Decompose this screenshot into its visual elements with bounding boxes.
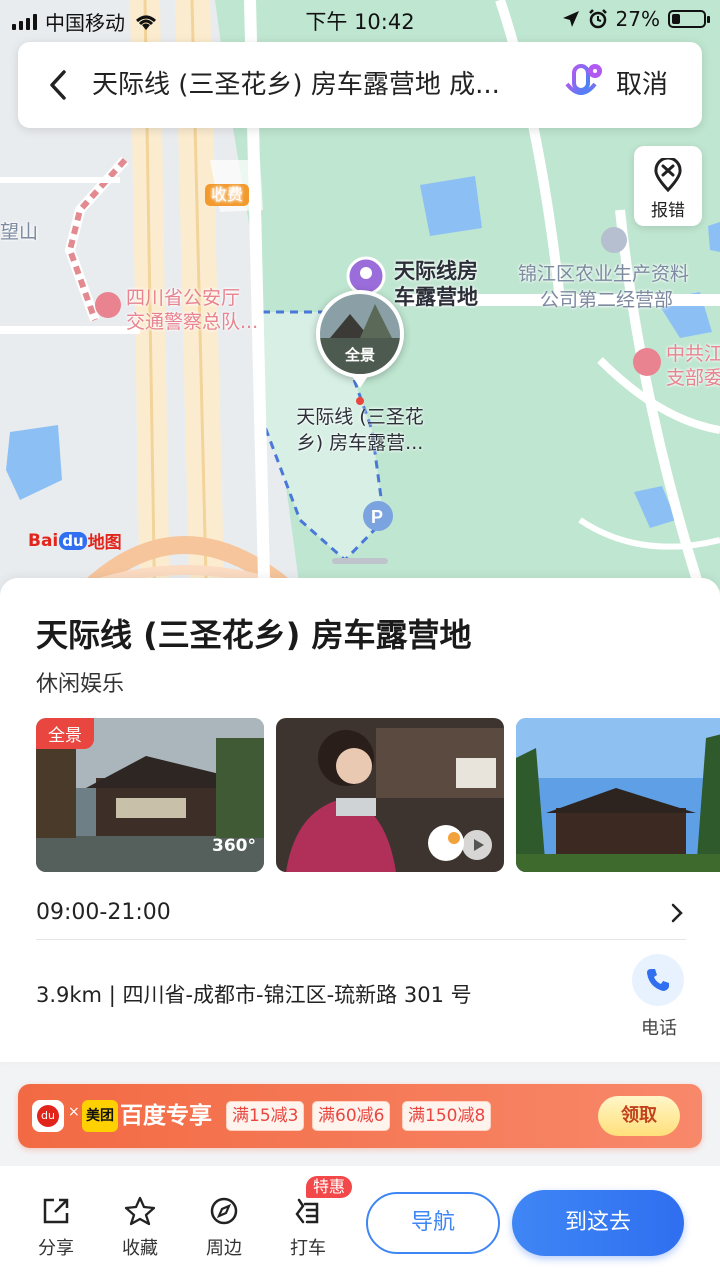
meituan-logo: 美团 (82, 1100, 118, 1132)
coupon-2: 满60减6 (312, 1101, 391, 1131)
svg-text:P: P (371, 507, 383, 527)
pin-caption: 天际线 (三圣花 乡) 房车露营... (280, 404, 440, 456)
promo-title: 百度专享 (120, 1103, 212, 1129)
map-label-mountain: 望山 (0, 221, 39, 243)
report-error-button[interactable]: 报错 (634, 146, 702, 226)
promo-banner[interactable]: du × 美团 百度专享 满15减3 满60减6 满150减8 领取 (18, 1084, 702, 1148)
taxi-button[interactable]: 打车 (278, 1196, 338, 1260)
map-pin-photo[interactable]: 全景 (316, 290, 404, 378)
place-detail-sheet: 天际线 (三圣花乡) 房车露营地 休闲娱乐 全景 360° 09:00-21:0… (0, 558, 720, 1062)
place-title: 天际线 (三圣花乡) 房车露营地 (36, 616, 472, 654)
taxi-icon (295, 1198, 319, 1224)
address-distance[interactable]: 3.9km | 四川省-成都市-锦江区-琉新路 301 号 (36, 980, 472, 1010)
phone-icon (647, 969, 669, 991)
claim-coupon-button[interactable]: 领取 (598, 1096, 680, 1136)
battery-icon (668, 10, 710, 28)
battery-percent: 27% (615, 7, 660, 31)
pin-caption-line-2: 乡) 房车露营... (296, 432, 424, 454)
promo-cross: × (68, 1104, 80, 1120)
baidu-map-logo: Bai du 地图 (28, 530, 122, 554)
share-label: 分享 (38, 1238, 74, 1259)
location-arrow-icon (562, 11, 579, 27)
coupon-3: 满150减8 (402, 1101, 492, 1131)
phone-button[interactable]: 电话 (632, 954, 686, 1040)
map-label-poi-1[interactable]: 天际线房 (394, 258, 478, 284)
favorite-button[interactable]: 收藏 (110, 1196, 170, 1260)
status-bar: 中国移动 下午 10:42 27% (0, 0, 720, 38)
back-arrow-icon[interactable] (40, 66, 76, 104)
opening-hours: 09:00-21:00 (36, 900, 171, 925)
third-photo-image (516, 718, 720, 872)
favorite-label: 收藏 (122, 1238, 158, 1259)
search-bar: 天际线 (三圣花乡) 房车露营地 成... 取消 (18, 42, 702, 128)
pin-panorama-label: 全景 (344, 346, 375, 364)
map-label-police-1[interactable]: 四川省公安厅 (126, 286, 240, 310)
photo-video[interactable] (276, 718, 504, 872)
search-query[interactable]: 天际线 (三圣花乡) 房车露营地 成... (92, 68, 532, 102)
photo-third[interactable] (516, 718, 720, 872)
map-pin-x-icon (654, 156, 682, 193)
alarm-icon (588, 9, 607, 29)
map-label-police-2[interactable]: 交通警察总队... (126, 310, 258, 334)
phone-icon-circle (632, 954, 684, 1006)
coupon-1: 满15减3 (226, 1101, 305, 1131)
map-label-company-2[interactable]: 公司第二经营部 (540, 288, 673, 312)
taxi-label: 打车 (290, 1238, 326, 1259)
chevron-right-icon (671, 903, 683, 923)
share-button[interactable]: 分享 (26, 1196, 86, 1260)
map-label-party-1[interactable]: 中共江 (666, 342, 720, 366)
baidu-du-logo: du (32, 1100, 64, 1132)
toll-label: 收费 (205, 184, 250, 206)
navigate-button[interactable]: 导航 (366, 1192, 500, 1254)
play-icon[interactable] (462, 830, 492, 860)
panorama-360-icon: 360° (212, 836, 256, 856)
opening-hours-row[interactable]: 09:00-21:00 (36, 888, 686, 940)
panorama-tag: 全景 (36, 718, 94, 749)
pin-tip (352, 376, 368, 388)
toll-marker: 收费 (205, 182, 250, 206)
bottom-action-bar: 分享 收藏 周边 打车 特惠 导航 到这去 (0, 1166, 720, 1280)
map-label-party-2[interactable]: 支部委 (666, 366, 720, 390)
go-here-button[interactable]: 到这去 (512, 1190, 684, 1256)
voice-mic-icon[interactable] (562, 62, 602, 108)
phone-label: 电话 (641, 1018, 677, 1039)
sheet-drag-handle[interactable] (332, 558, 388, 564)
compass-icon (210, 1197, 238, 1225)
cancel-button[interactable]: 取消 (616, 68, 668, 102)
photo-panorama[interactable]: 全景 360° (36, 718, 264, 872)
nearby-button[interactable]: 周边 (194, 1196, 254, 1260)
map-label-company-1[interactable]: 锦江区农业生产资料 (518, 262, 689, 286)
taxi-promo-badge: 特惠 (306, 1176, 353, 1198)
photo-strip[interactable]: 全景 360° (36, 718, 720, 872)
nearby-label: 周边 (206, 1238, 242, 1259)
star-icon (124, 1196, 156, 1226)
share-icon (43, 1198, 69, 1224)
place-category: 休闲娱乐 (36, 672, 125, 697)
pin-caption-line-1: 天际线 (三圣花 (296, 406, 424, 428)
status-right: 27% (562, 7, 710, 31)
report-error-label: 报错 (651, 201, 685, 221)
map-label-poi-2[interactable]: 车露营地 (394, 284, 478, 310)
pin-dot (356, 397, 364, 405)
